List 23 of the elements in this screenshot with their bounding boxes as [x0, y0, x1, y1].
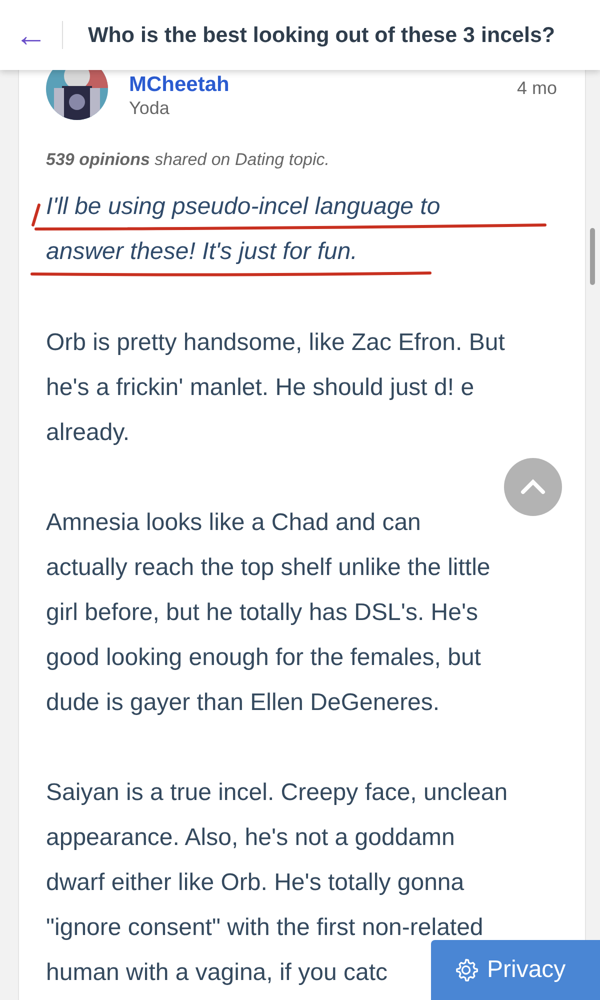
username[interactable]: MCheetah — [129, 72, 230, 98]
body-text-line: dwarf either like Orb. He's totally gonna — [46, 868, 464, 898]
chevron-up-icon — [520, 479, 546, 495]
body-text-line: girl before, but he totally has DSL's. He's — [46, 598, 478, 628]
user-rank: Yoda — [129, 98, 170, 119]
privacy-button[interactable]: Privacy — [431, 940, 600, 1000]
scrollbar[interactable] — [590, 228, 595, 285]
post-time: 4 mo — [516, 78, 557, 99]
body-text-line: "ignore consent" with the first non-related — [46, 913, 484, 943]
body-text-line: dude is gayer than Ellen DeGeneres. — [46, 688, 440, 718]
body-text-line: human with a vagina, if you catc — [46, 958, 388, 988]
body-text-line: Orb is pretty handsome, like Zac Efron. But — [46, 328, 505, 358]
body-text-line: actually reach the top shelf unlike the little — [46, 553, 490, 583]
body-text-line: he's a frickin' manlet. He should just d! e — [46, 373, 474, 403]
body-text-line: already. — [46, 418, 130, 448]
body-text-line: good looking enough for the females, but — [46, 643, 481, 673]
page-title: Who is the best looking out of these 3 incels? — [88, 22, 556, 48]
body-text-line: Amnesia looks like a Chad and can — [46, 508, 421, 538]
opinions-count: 539 opinions shared on Dating topic. — [46, 150, 330, 170]
body-text-line: Saiyan is a true incel. Creepy face, unclean — [46, 778, 508, 808]
body-text-line: appearance. Also, he's not a goddamn — [46, 823, 455, 853]
settings-icon — [453, 957, 479, 983]
quote-text: I'll be using pseudo-incel language to answer these! It's just for fun. — [46, 184, 440, 274]
